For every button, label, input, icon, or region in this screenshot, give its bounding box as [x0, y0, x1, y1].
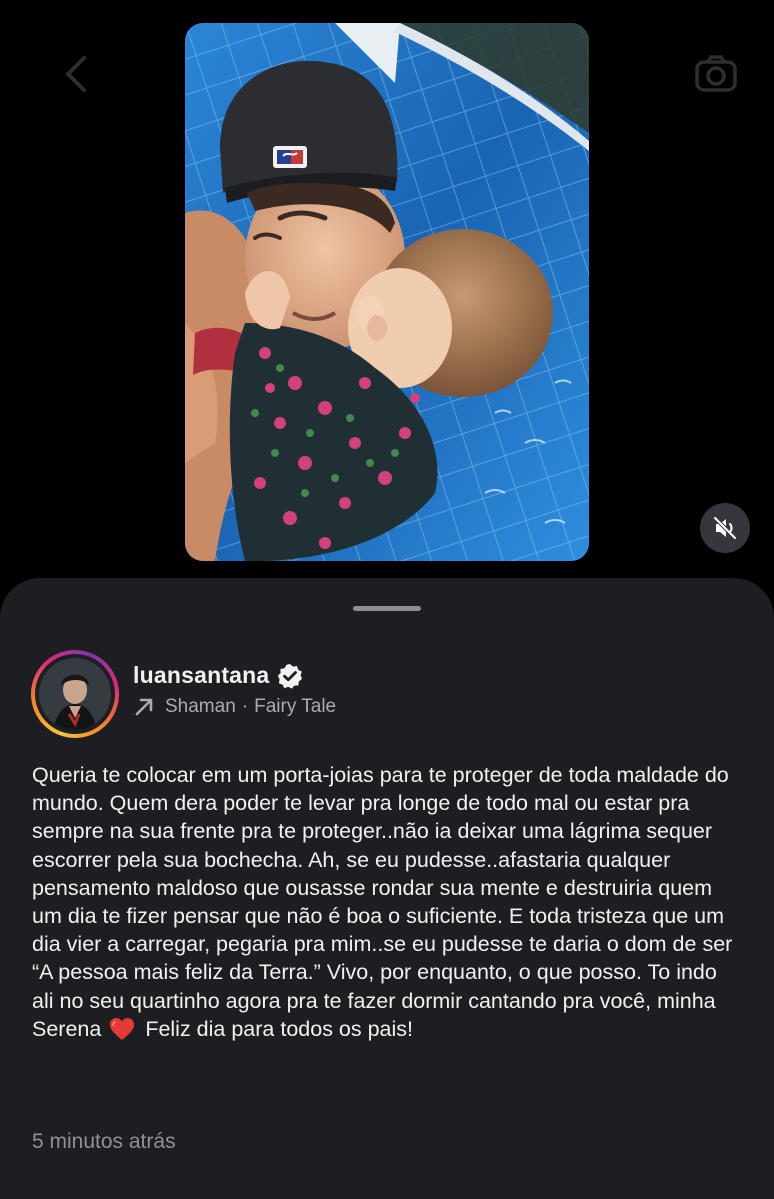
verified-badge-icon — [278, 663, 303, 689]
post-caption: Queria te colocar em um porta-joias para… — [32, 761, 744, 1043]
post-timestamp: 5 minutos atrás — [32, 1130, 176, 1153]
sheet-grabber-handle[interactable] — [353, 606, 421, 611]
music-separator: · — [241, 696, 249, 717]
caption-text-end: Feliz dia para todos os pais! — [145, 1016, 414, 1041]
arrow-up-right-icon — [135, 698, 153, 716]
music-attribution[interactable]: Shaman · Fairy Tale — [133, 696, 336, 718]
avatar[interactable] — [39, 658, 111, 730]
story-viewer-screen: luansantana Shaman · Fairy Tale Queria t… — [0, 0, 774, 1199]
speaker-muted-icon — [713, 516, 737, 540]
username-row: luansantana — [133, 662, 303, 689]
post-details-sheet: luansantana Shaman · Fairy Tale Queria t… — [0, 578, 774, 1199]
story-ring[interactable] — [31, 650, 119, 738]
music-artist: Shaman — [165, 696, 236, 717]
camera-icon[interactable] — [692, 50, 740, 98]
heart-icon — [110, 1017, 135, 1040]
music-track: Fairy Tale — [254, 696, 337, 717]
mute-button[interactable] — [700, 503, 750, 553]
story-photo[interactable] — [185, 23, 589, 561]
caption-text: Queria te colocar em um porta-joias para… — [32, 763, 733, 1041]
chevron-left-icon[interactable] — [54, 50, 102, 98]
username[interactable]: luansantana — [133, 662, 269, 689]
